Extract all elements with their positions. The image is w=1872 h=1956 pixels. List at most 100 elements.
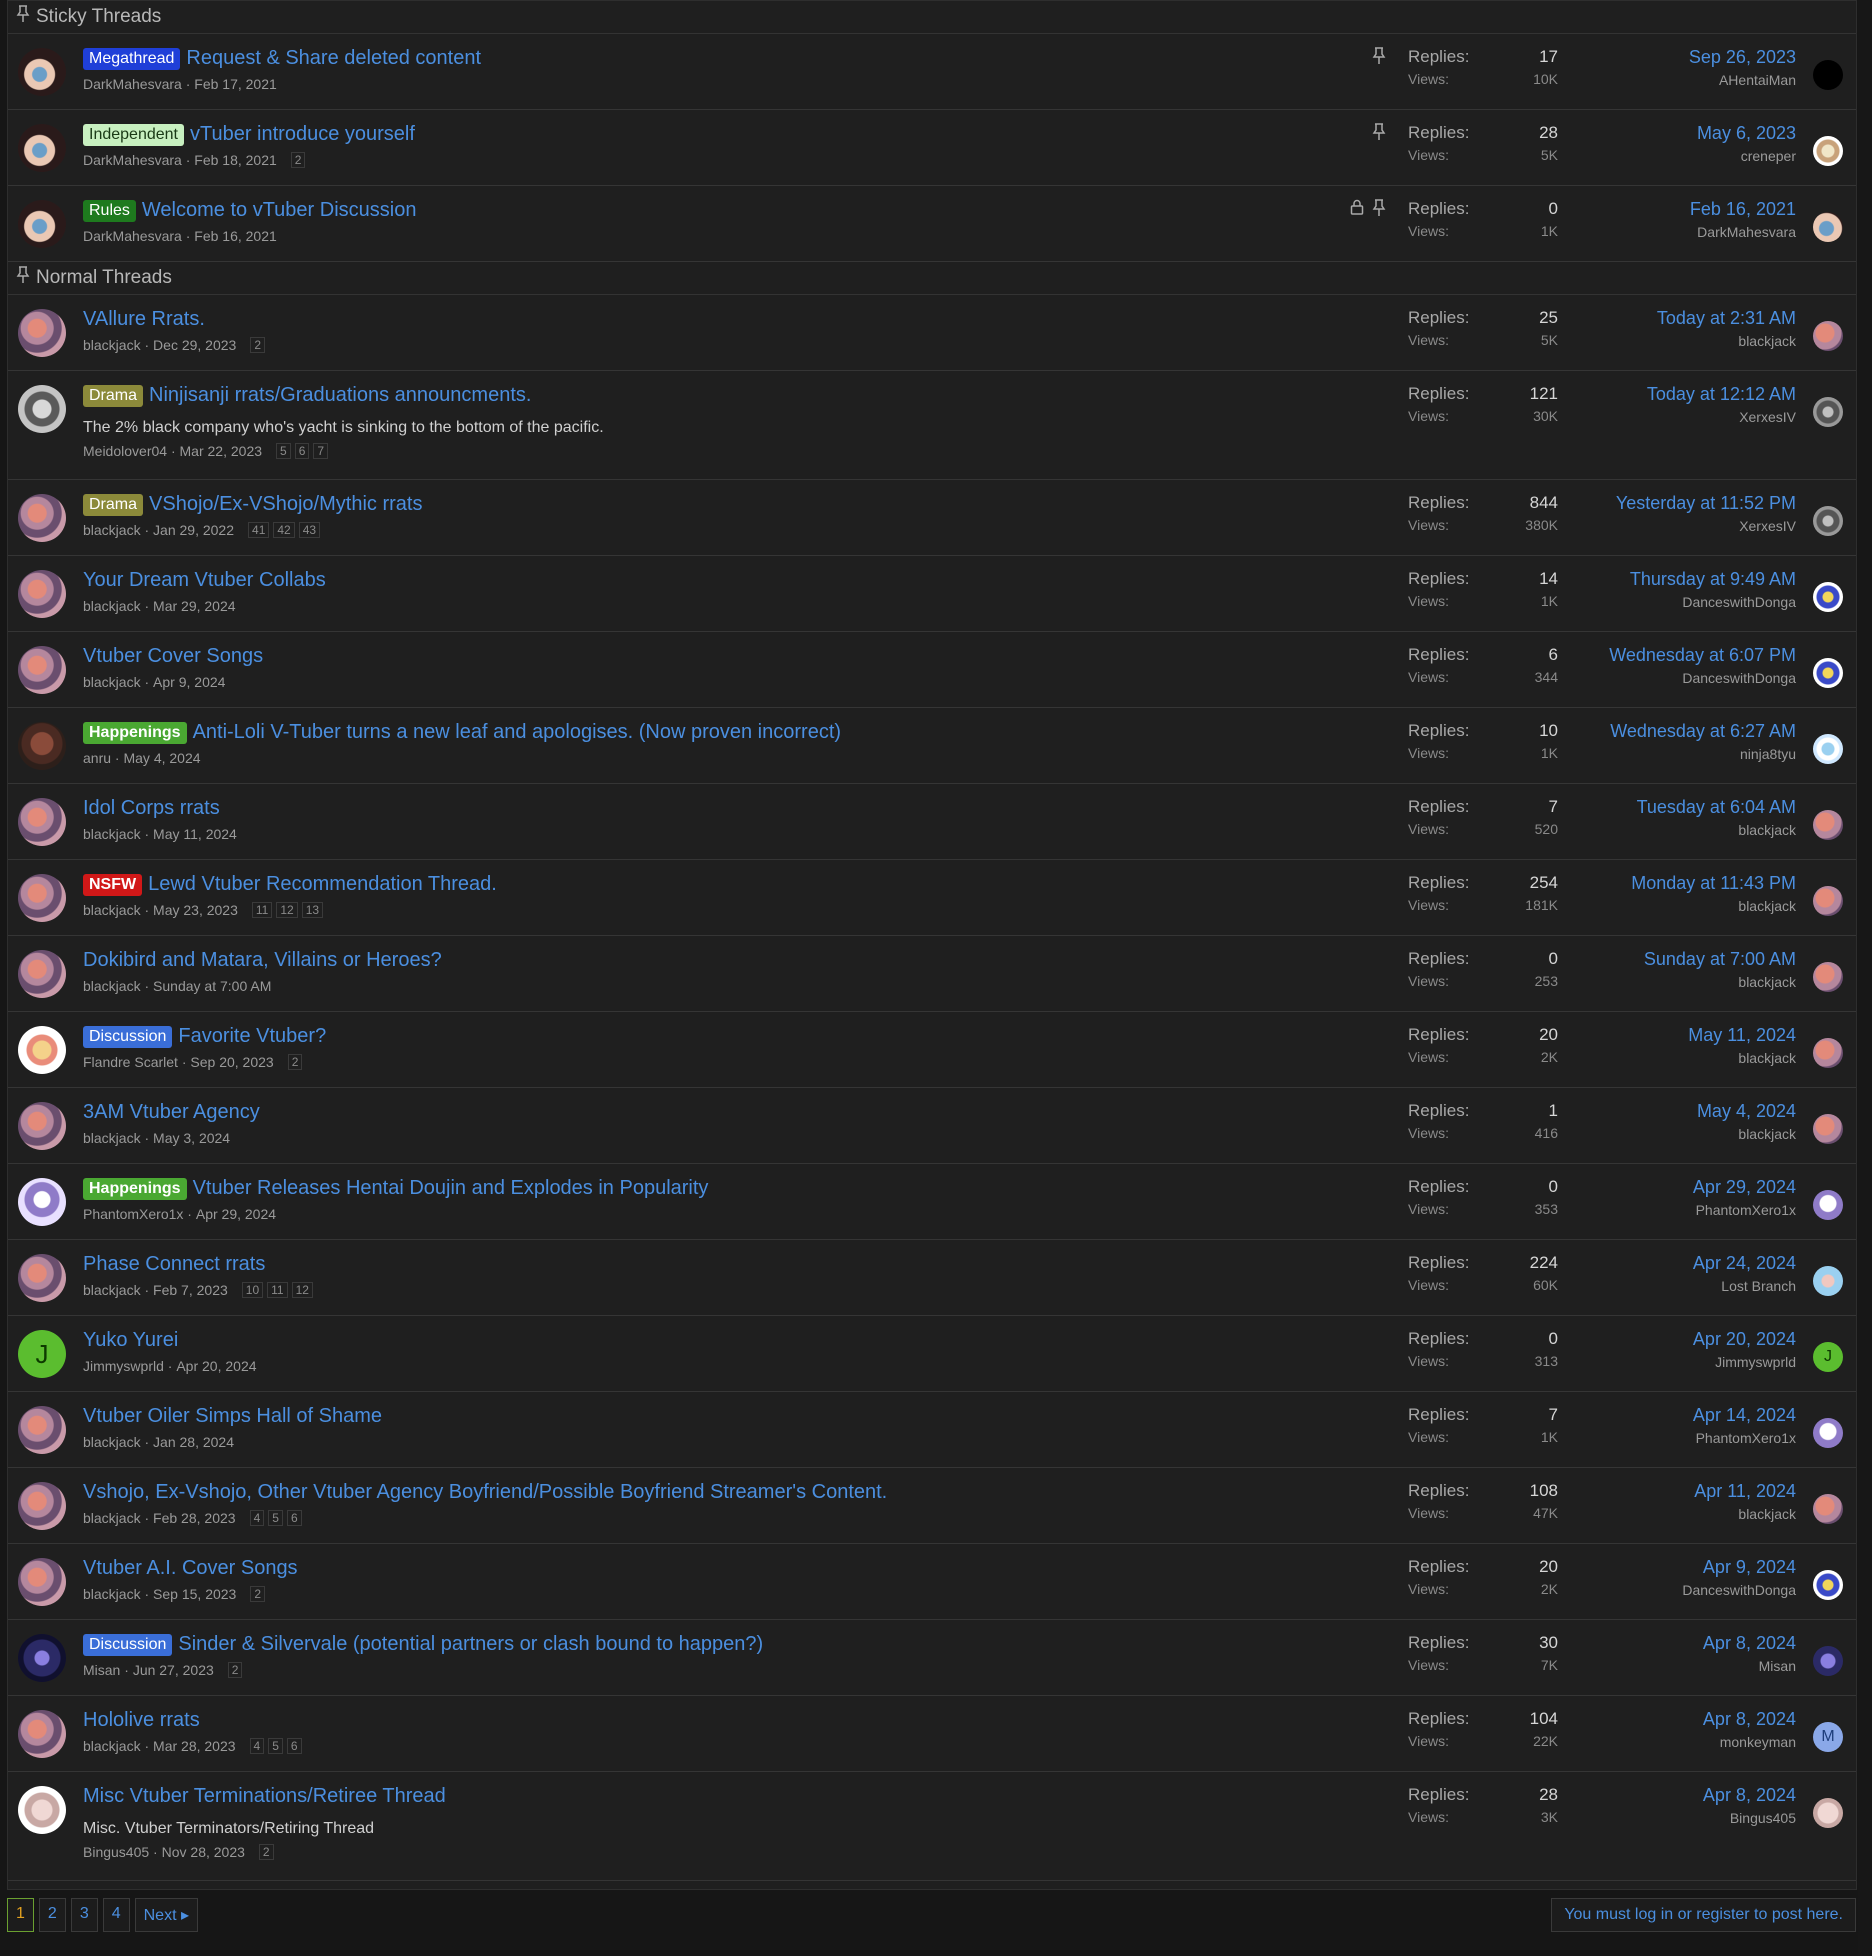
page-button[interactable]: 2 (38, 1898, 66, 1932)
author-avatar[interactable] (18, 722, 66, 770)
thread-title-link[interactable]: Your Dream Vtuber Collabs (83, 569, 326, 592)
author-name[interactable]: blackjack (83, 674, 141, 690)
author-name[interactable]: Meidolover04 (83, 443, 167, 459)
latest-user-avatar[interactable] (1813, 1114, 1843, 1144)
page-jump-link[interactable]: 11 (267, 1282, 288, 1298)
author-name[interactable]: blackjack (83, 1510, 141, 1526)
thread-prefix-label[interactable]: Discussion (83, 1633, 173, 1656)
thread-prefix-label[interactable]: Drama (83, 493, 144, 516)
latest-post-user[interactable]: monkeyman (1703, 1734, 1796, 1750)
next-page-button[interactable]: Next ▸ (134, 1898, 198, 1932)
latest-post-date[interactable]: May 11, 2024 (1688, 1025, 1796, 1046)
author-avatar[interactable] (18, 874, 66, 922)
author-avatar[interactable] (18, 1558, 66, 1606)
thread-title-link[interactable]: 3AM Vtuber Agency (83, 1101, 260, 1124)
thread-title-link[interactable]: Yuko Yurei (83, 1329, 178, 1352)
latest-user-avatar[interactable] (1813, 136, 1843, 166)
start-date[interactable]: May 4, 2024 (123, 750, 200, 766)
start-date[interactable]: Feb 16, 2021 (194, 228, 277, 244)
thread-prefix-label[interactable]: Independent (83, 123, 184, 146)
author-avatar[interactable] (18, 200, 66, 248)
author-avatar[interactable] (18, 1178, 66, 1226)
latest-post-date[interactable]: Apr 29, 2024 (1693, 1177, 1796, 1198)
latest-user-avatar[interactable] (1813, 582, 1843, 612)
latest-post-date[interactable]: Apr 9, 2024 (1682, 1557, 1796, 1578)
latest-post-date[interactable]: Wednesday at 6:07 PM (1609, 645, 1796, 666)
author-name[interactable]: DarkMahesvara (83, 152, 182, 168)
page-jump-link[interactable]: 6 (294, 443, 310, 459)
page-jump-link[interactable]: 2 (227, 1662, 243, 1678)
author-avatar[interactable] (18, 48, 66, 96)
author-avatar[interactable] (18, 1102, 66, 1150)
thread-title-link[interactable]: VAllure Rrats. (83, 308, 205, 331)
latest-user-avatar[interactable] (1813, 886, 1843, 916)
author-avatar[interactable] (18, 570, 66, 618)
latest-post-date[interactable]: May 4, 2024 (1697, 1101, 1796, 1122)
latest-user-avatar[interactable] (1813, 1494, 1843, 1524)
page-jump-link[interactable]: 2 (290, 152, 306, 168)
latest-user-avatar[interactable]: M (1813, 1722, 1843, 1752)
start-date[interactable]: Apr 9, 2024 (153, 674, 225, 690)
latest-post-user[interactable]: DarkMahesvara (1690, 224, 1796, 240)
latest-post-user[interactable]: DanceswithDonga (1609, 670, 1796, 686)
latest-user-avatar[interactable] (1813, 60, 1843, 90)
latest-user-avatar[interactable] (1813, 962, 1843, 992)
latest-user-avatar[interactable]: J (1813, 1342, 1843, 1372)
start-date[interactable]: May 11, 2024 (153, 826, 237, 842)
start-date[interactable]: Sep 20, 2023 (190, 1054, 273, 1070)
thread-title-link[interactable]: Request & Share deleted content (186, 47, 481, 70)
latest-user-avatar[interactable] (1813, 212, 1843, 242)
page-jump-link[interactable]: 4 (249, 1510, 265, 1526)
latest-post-user[interactable]: Jimmyswprld (1693, 1354, 1796, 1370)
latest-post-user[interactable]: XerxesIV (1647, 409, 1796, 425)
start-date[interactable]: Feb 18, 2021 (194, 152, 277, 168)
post-notice-button[interactable]: You must log in or register to post here… (1551, 1898, 1856, 1932)
thread-title-link[interactable]: Vshojo, Ex-Vshojo, Other Vtuber Agency B… (83, 1481, 887, 1504)
author-avatar[interactable]: J (18, 1330, 66, 1378)
latest-user-avatar[interactable] (1813, 1266, 1843, 1296)
latest-post-user[interactable]: blackjack (1694, 1506, 1796, 1522)
page-jump-link[interactable]: 6 (286, 1738, 302, 1754)
latest-post-date[interactable]: Sep 26, 2023 (1689, 47, 1796, 68)
start-date[interactable]: Feb 7, 2023 (153, 1282, 228, 1298)
latest-post-date[interactable]: Apr 14, 2024 (1693, 1405, 1796, 1426)
thread-title-link[interactable]: Favorite Vtuber? (178, 1025, 326, 1048)
page-jump-link[interactable]: 42 (273, 522, 295, 538)
latest-post-user[interactable]: PhantomXero1x (1693, 1430, 1796, 1446)
latest-post-date[interactable]: Thursday at 9:49 AM (1630, 569, 1796, 590)
author-name[interactable]: blackjack (83, 978, 141, 994)
thread-title-link[interactable]: Sinder & Silvervale (potential partners … (178, 1633, 763, 1656)
author-avatar[interactable] (18, 309, 66, 357)
latest-post-user[interactable]: blackjack (1697, 1126, 1796, 1142)
page-jump-link[interactable]: 5 (268, 1510, 283, 1526)
author-name[interactable]: blackjack (83, 1586, 141, 1602)
latest-post-user[interactable]: ninja8tyu (1610, 746, 1796, 762)
start-date[interactable]: Mar 29, 2024 (153, 598, 236, 614)
latest-post-user[interactable]: DanceswithDonga (1682, 1582, 1796, 1598)
page-jump-link[interactable]: 2 (258, 1844, 274, 1860)
latest-post-date[interactable]: Apr 20, 2024 (1693, 1329, 1796, 1350)
scrollbar[interactable] (1858, 0, 1872, 1956)
page-button[interactable]: 3 (70, 1898, 98, 1932)
latest-post-date[interactable]: Today at 2:31 AM (1657, 308, 1796, 329)
start-date[interactable]: Jun 27, 2023 (133, 1662, 214, 1678)
start-date[interactable]: Apr 20, 2024 (176, 1358, 256, 1374)
start-date[interactable]: Feb 17, 2021 (194, 76, 277, 92)
page-jump-link[interactable]: 10 (241, 1282, 264, 1298)
thread-title-link[interactable]: Vtuber Oiler Simps Hall of Shame (83, 1405, 382, 1428)
thread-title-link[interactable]: Lewd Vtuber Recommendation Thread. (148, 873, 497, 896)
latest-post-user[interactable]: XerxesIV (1616, 518, 1796, 534)
latest-post-date[interactable]: Apr 8, 2024 (1703, 1785, 1796, 1806)
author-avatar[interactable] (18, 950, 66, 998)
page-jump-link[interactable]: 7 (313, 443, 329, 459)
start-date[interactable]: Jan 28, 2024 (153, 1434, 234, 1450)
start-date[interactable]: May 23, 2023 (153, 902, 238, 918)
latest-post-user[interactable]: blackjack (1644, 974, 1796, 990)
latest-user-avatar[interactable] (1813, 1038, 1843, 1068)
thread-title-link[interactable]: Phase Connect rrats (83, 1253, 265, 1276)
page-jump-link[interactable]: 5 (276, 443, 291, 459)
latest-user-avatar[interactable] (1813, 734, 1843, 764)
thread-title-link[interactable]: Hololive rrats (83, 1709, 200, 1732)
latest-post-date[interactable]: Today at 12:12 AM (1647, 384, 1796, 405)
latest-post-user[interactable]: PhantomXero1x (1693, 1202, 1796, 1218)
